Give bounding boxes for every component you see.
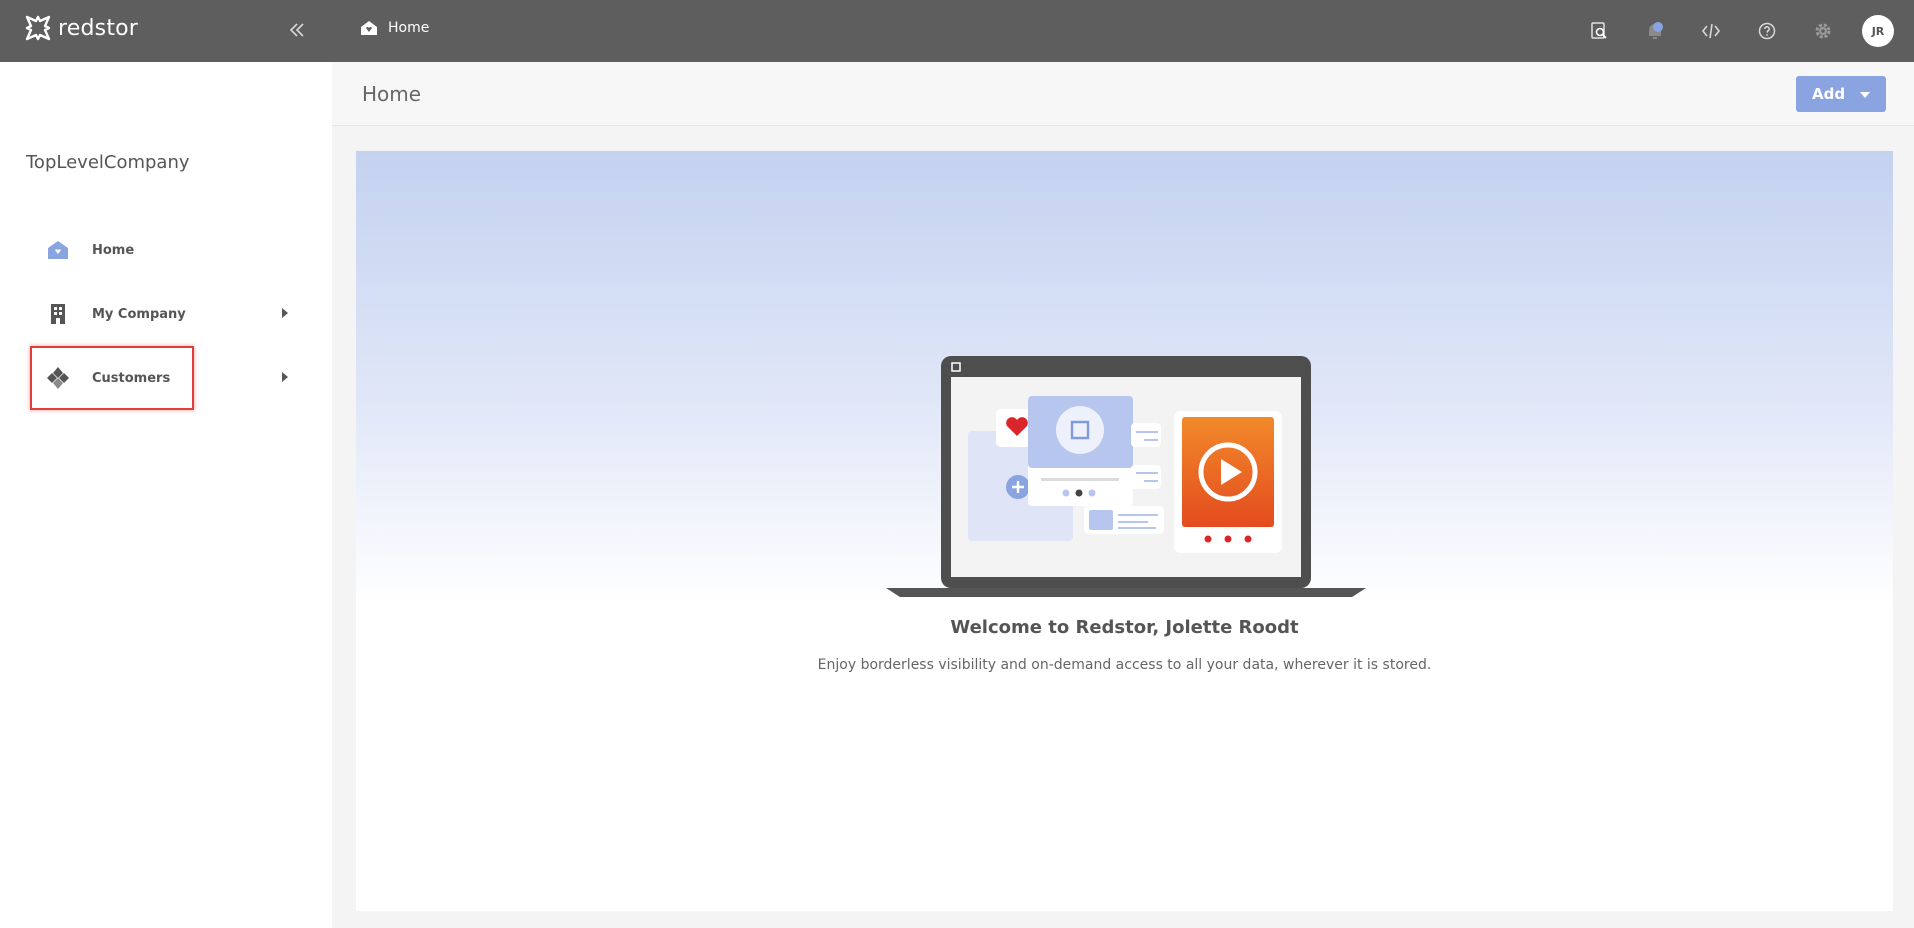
help-button[interactable] xyxy=(1750,14,1784,48)
search-document-icon xyxy=(1591,22,1607,39)
top-toolbar: JR xyxy=(1560,14,1894,48)
house-icon xyxy=(361,21,377,35)
company-name: TopLevelCompany xyxy=(26,152,190,173)
page-header: Home Add xyxy=(332,62,1914,126)
redstor-logo[interactable]: redstor xyxy=(24,14,138,42)
user-avatar[interactable]: JR xyxy=(1862,15,1894,47)
breadcrumb-home[interactable]: Home xyxy=(388,20,429,36)
add-button-label: Add xyxy=(1812,85,1846,103)
page-title: Home xyxy=(362,82,422,106)
building-icon xyxy=(44,300,72,328)
logo-text: redstor xyxy=(58,15,139,41)
search-files-button[interactable] xyxy=(1582,14,1616,48)
sidebar-item-label: Home xyxy=(92,242,135,258)
api-button[interactable] xyxy=(1694,14,1728,48)
welcome-panel: Welcome to Redstor, Jolette Roodt Enjoy … xyxy=(356,151,1893,911)
double-chevron-left-icon xyxy=(289,23,304,37)
house-icon xyxy=(44,236,72,264)
redstor-logo-icon xyxy=(25,15,51,41)
sidebar-item-my-company[interactable]: My Company xyxy=(30,284,300,344)
sidebar: TopLevelCompany Home My Company Customer… xyxy=(0,62,332,928)
laptop-illustration xyxy=(886,356,1366,597)
notifications-button[interactable] xyxy=(1638,14,1672,48)
help-icon xyxy=(1758,22,1776,40)
breadcrumb: Home xyxy=(360,20,429,36)
top-bar: redstor Home JR xyxy=(0,0,1914,62)
customers-highlight-box xyxy=(30,346,194,410)
sidebar-item-home[interactable]: Home xyxy=(30,220,300,280)
collapse-sidebar-button[interactable] xyxy=(284,17,310,43)
welcome-subtext: Enjoy borderless visibility and on-deman… xyxy=(817,657,1432,673)
expand-arrow-icon[interactable] xyxy=(282,372,288,382)
code-icon xyxy=(1701,23,1721,39)
bell-icon xyxy=(1649,22,1663,39)
expand-arrow-icon[interactable] xyxy=(282,308,288,318)
caret-down-icon xyxy=(1860,92,1870,98)
gear-icon xyxy=(1815,23,1831,39)
settings-button[interactable] xyxy=(1806,14,1840,48)
welcome-heading: Welcome to Redstor, Jolette Roodt xyxy=(950,617,1299,638)
sidebar-item-label: My Company xyxy=(92,306,186,322)
add-button[interactable]: Add xyxy=(1796,76,1886,112)
